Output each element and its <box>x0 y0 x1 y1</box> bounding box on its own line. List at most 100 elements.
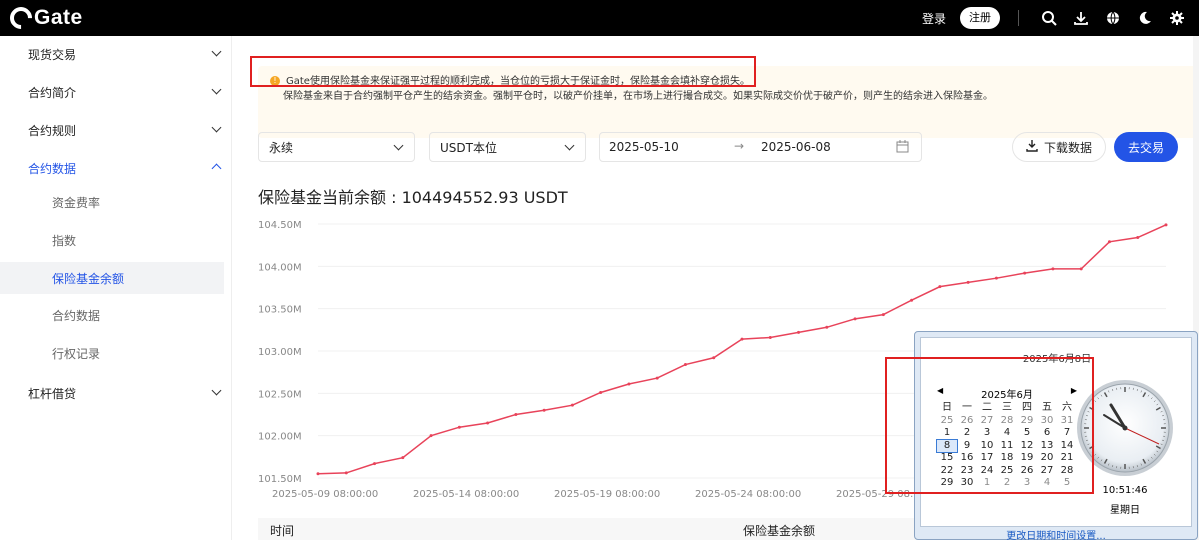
sidebar-item-label: 合约数据 <box>28 160 76 177</box>
search-icon[interactable] <box>1033 0 1065 36</box>
gate-logo-icon <box>5 2 36 33</box>
moon-icon[interactable] <box>1129 0 1161 36</box>
data-point <box>1108 240 1111 243</box>
download-icon <box>1026 140 1038 155</box>
header-divider <box>1018 10 1019 26</box>
sidebar-item-label: 杠杆借贷 <box>28 385 76 402</box>
data-point <box>1051 267 1054 270</box>
clock-weekday: 星期日 <box>1075 501 1175 516</box>
data-point <box>712 356 715 359</box>
download-data-label: 下载数据 <box>1044 139 1092 156</box>
sidebar-sub-label: 保险基金余额 <box>52 270 124 287</box>
sidebar-item-label: 合约简介 <box>28 84 76 101</box>
chevron-down-icon <box>212 386 222 396</box>
data-point <box>825 326 828 329</box>
chevron-down-icon <box>212 47 222 57</box>
data-point <box>627 383 630 386</box>
sidebar-sub-label: 资金费率 <box>52 194 100 211</box>
y-tick-label: 102.00M <box>258 432 302 443</box>
y-tick-label: 104.50M <box>258 220 302 231</box>
data-point <box>486 421 489 424</box>
sidebar-sub-insurance-fund[interactable]: 保险基金余额 <box>0 262 224 294</box>
data-point <box>797 331 800 334</box>
col-time: 时间 <box>270 522 294 539</box>
data-point <box>599 391 602 394</box>
sidebar-sub-label: 行权记录 <box>52 345 100 362</box>
data-point <box>458 426 461 429</box>
register-button[interactable]: 注册 <box>960 7 1000 29</box>
x-tick-label: 2025-05-14 08:00:00 <box>413 489 519 500</box>
data-point <box>514 413 517 416</box>
y-tick-label: 103.00M <box>258 347 302 358</box>
data-point <box>741 338 744 341</box>
y-tick-label: 101.50M <box>258 474 302 485</box>
chevron-down-icon <box>565 141 575 151</box>
sidebar-sub-contract-data[interactable]: 合约数据 <box>0 299 224 331</box>
sidebar-item-contract-intro[interactable]: 合约简介 <box>0 74 232 110</box>
x-tick-label: 2025-05-24 08:00:00 <box>695 489 801 500</box>
sidebar: 现货交易 合约简介 合约规则 合约数据 资金费率 指数 保险基金余额 合约数据 … <box>0 36 232 540</box>
sidebar-item-label: 合约规则 <box>28 122 76 139</box>
sidebar-item-spot-trading[interactable]: 现货交易 <box>0 36 232 72</box>
end-date[interactable]: 2025-06-08 <box>761 140 831 154</box>
data-point <box>543 409 546 412</box>
data-point <box>910 299 913 302</box>
data-point <box>769 336 772 339</box>
data-point <box>1023 272 1026 275</box>
balance-title: 保险基金当前余额 : 104494552.93 USDT <box>258 184 568 208</box>
login-link[interactable]: 登录 <box>922 10 946 27</box>
data-point <box>401 456 404 459</box>
data-point <box>345 471 348 474</box>
sidebar-sub-exercise-records[interactable]: 行权记录 <box>0 337 224 369</box>
data-point <box>684 363 687 366</box>
contract-type-select[interactable]: 永续 <box>258 132 415 162</box>
data-point <box>430 434 433 437</box>
start-date[interactable]: 2025-05-10 <box>609 140 679 154</box>
data-point <box>995 277 998 280</box>
gate-logo[interactable]: Gate <box>10 6 83 30</box>
sidebar-item-label: 现货交易 <box>28 46 76 63</box>
chevron-down-icon <box>394 141 404 151</box>
chevron-down-icon <box>212 85 222 95</box>
date-range-picker[interactable]: 2025-05-10 → 2025-06-08 <box>599 132 922 162</box>
data-point <box>656 377 659 380</box>
sidebar-sub-funding-rate[interactable]: 资金费率 <box>0 186 224 218</box>
data-point <box>854 317 857 320</box>
select-value: 永续 <box>269 139 293 156</box>
data-point <box>1136 236 1139 239</box>
margin-type-select[interactable]: USDT本位 <box>429 132 586 162</box>
data-point <box>373 462 376 465</box>
y-tick-label: 103.50M <box>258 305 302 316</box>
top-bar: Gate 登录 注册 <box>0 0 1199 36</box>
highlight-box <box>250 56 756 87</box>
logo-text: Gate <box>34 6 83 30</box>
sidebar-item-contract-data[interactable]: 合约数据 <box>0 150 232 186</box>
sidebar-sub-label: 合约数据 <box>52 307 100 324</box>
globe-icon[interactable] <box>1097 0 1129 36</box>
y-tick-label: 102.50M <box>258 389 302 400</box>
calendar-icon[interactable] <box>896 140 909 156</box>
highlight-box <box>885 357 1094 494</box>
data-point <box>1080 267 1083 270</box>
gear-icon[interactable] <box>1161 0 1193 36</box>
data-point <box>571 404 574 407</box>
sidebar-item-contract-rules[interactable]: 合约规则 <box>0 112 232 148</box>
arrow-right-icon: → <box>734 139 744 153</box>
sidebar-item-margin-lending[interactable]: 杠杆借贷 <box>0 375 232 411</box>
notice-line-2: 保险基金来自于合约强制平仓产生的结余资金。强制平仓时，以破产价挂单，在市场上进行… <box>283 87 993 102</box>
chevron-up-icon <box>212 164 222 174</box>
chevron-down-icon <box>212 123 222 133</box>
sidebar-sub-index[interactable]: 指数 <box>0 224 224 256</box>
x-tick-label: 2025-05-09 08:00:00 <box>272 489 378 500</box>
data-point <box>938 285 941 288</box>
sidebar-sub-label: 指数 <box>52 232 76 249</box>
data-point <box>317 472 320 475</box>
data-point <box>882 313 885 316</box>
data-point <box>967 281 970 284</box>
col-balance: 保险基金余额 <box>743 522 815 539</box>
download-data-button[interactable]: 下载数据 <box>1012 132 1106 162</box>
x-tick-label: 2025-05-19 08:00:00 <box>554 489 660 500</box>
go-trade-button[interactable]: 去交易 <box>1114 132 1178 162</box>
download-icon[interactable] <box>1065 0 1097 36</box>
y-tick-label: 104.00M <box>258 262 302 273</box>
